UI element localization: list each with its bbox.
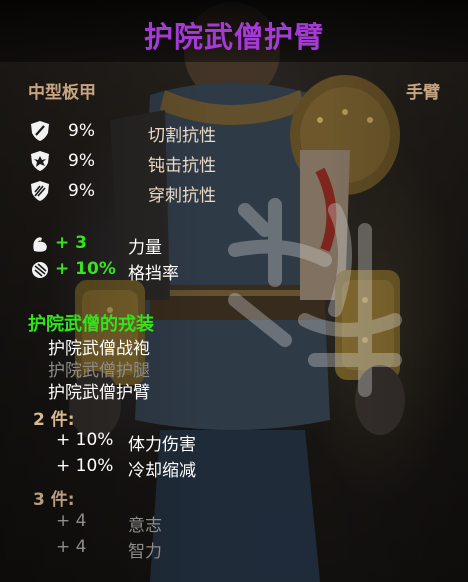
- slash-shield-icon: [31, 121, 49, 141]
- resistance-value: 9%: [68, 121, 95, 141]
- set-effect-name: 冷却缩减: [128, 461, 196, 481]
- bonus-name: 格挡率: [128, 264, 179, 284]
- strength-arm-icon: [33, 237, 47, 252]
- bonus-name: 力量: [128, 238, 162, 258]
- set-effect-name: 意志: [128, 516, 162, 536]
- pierce-shield-icon: [31, 181, 49, 201]
- slot-label: 手臂: [406, 83, 440, 103]
- set-effect-value: + 10%: [56, 430, 114, 450]
- resistance-value: 9%: [68, 181, 95, 201]
- watermark-logo: [228, 198, 402, 397]
- bonus-value: + 3: [55, 233, 87, 253]
- resistance-name: 切割抗性: [148, 126, 216, 146]
- parry-shield-icon: [32, 262, 48, 278]
- bonus-value: + 10%: [55, 259, 116, 279]
- blunt-shield-icon: [31, 151, 49, 171]
- set-effect-value: + 4: [56, 537, 87, 557]
- set-tier-label: 2 件:: [33, 410, 75, 430]
- item-tooltip: 护院武僧护臂 中型板甲 手臂 9% 切割抗性 9% 钝击抗性 9% 穿刺抗性 +…: [0, 0, 468, 582]
- set-effect-value: + 10%: [56, 456, 114, 476]
- armor-type-label: 中型板甲: [28, 83, 96, 103]
- item-title: 护院武僧护臂: [143, 20, 324, 54]
- set-effect-name: 智力: [128, 542, 162, 562]
- set-effect-value: + 4: [56, 511, 87, 531]
- set-piece-owned: 护院武僧护臂: [48, 383, 150, 403]
- resistance-value: 9%: [68, 151, 95, 171]
- set-name: 护院武僧的戎装: [28, 314, 154, 335]
- resistance-name: 钝击抗性: [148, 156, 216, 176]
- resistance-name: 穿刺抗性: [148, 186, 216, 206]
- set-tier-label: 3 件:: [33, 490, 75, 510]
- set-effect-name: 体力伤害: [128, 435, 196, 455]
